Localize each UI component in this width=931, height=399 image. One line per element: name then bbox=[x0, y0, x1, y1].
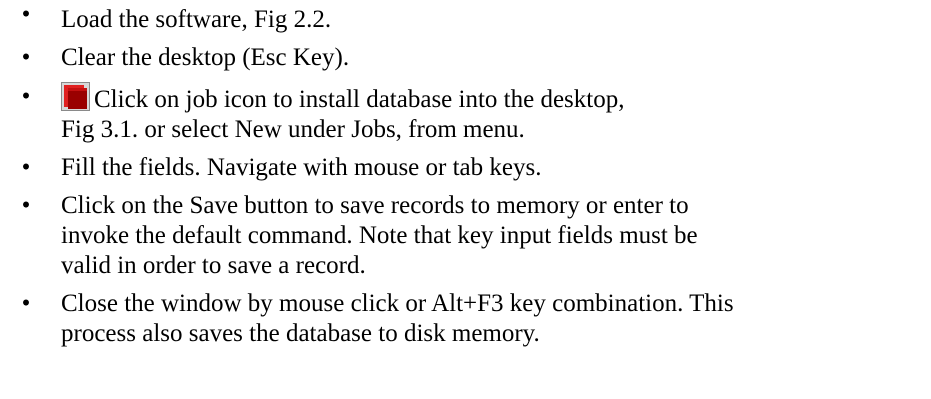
instruction-list: • Load the software, Fig 2.2. • Clear th… bbox=[0, 0, 931, 349]
list-item-text: Click on the Save button to save records… bbox=[61, 192, 689, 219]
list-item-text: Clear the desktop (Esc Key). bbox=[61, 44, 350, 71]
bullet: • bbox=[21, 44, 31, 71]
list-item-text: Click on job icon to install database in… bbox=[94, 86, 625, 113]
bullet: • bbox=[21, 154, 31, 181]
bullet: • bbox=[21, 290, 31, 317]
list-item: • Fill the fields. Navigate with mouse o… bbox=[0, 153, 931, 183]
list-item: • Close the window by mouse click or Alt… bbox=[0, 289, 931, 349]
list-item-text: valid in order to save a record. bbox=[61, 252, 366, 279]
list-item: • Click on the Save button to save recor… bbox=[0, 191, 931, 281]
list-item-text: Fig 3.1. or select New under Jobs, from … bbox=[61, 116, 525, 143]
list-item: • Clear the desktop (Esc Key). bbox=[0, 43, 931, 73]
list-item: • Click on job icon to install database … bbox=[0, 82, 931, 145]
bullet: • bbox=[21, 1, 31, 28]
list-item-text: Fill the fields. Navigate with mouse or … bbox=[61, 154, 542, 181]
list-item-text: invoke the default command. Note that ke… bbox=[61, 222, 698, 249]
job-icon[interactable] bbox=[61, 82, 90, 111]
list-item-text: Load the software, Fig 2.2. bbox=[61, 6, 332, 33]
list-item: • Load the software, Fig 2.2. bbox=[0, 0, 931, 35]
list-item-text: process also saves the database to disk … bbox=[61, 320, 540, 347]
bullet: • bbox=[21, 83, 31, 110]
bullet: • bbox=[21, 192, 31, 219]
list-item-text: Close the window by mouse click or Alt+F… bbox=[61, 290, 734, 317]
